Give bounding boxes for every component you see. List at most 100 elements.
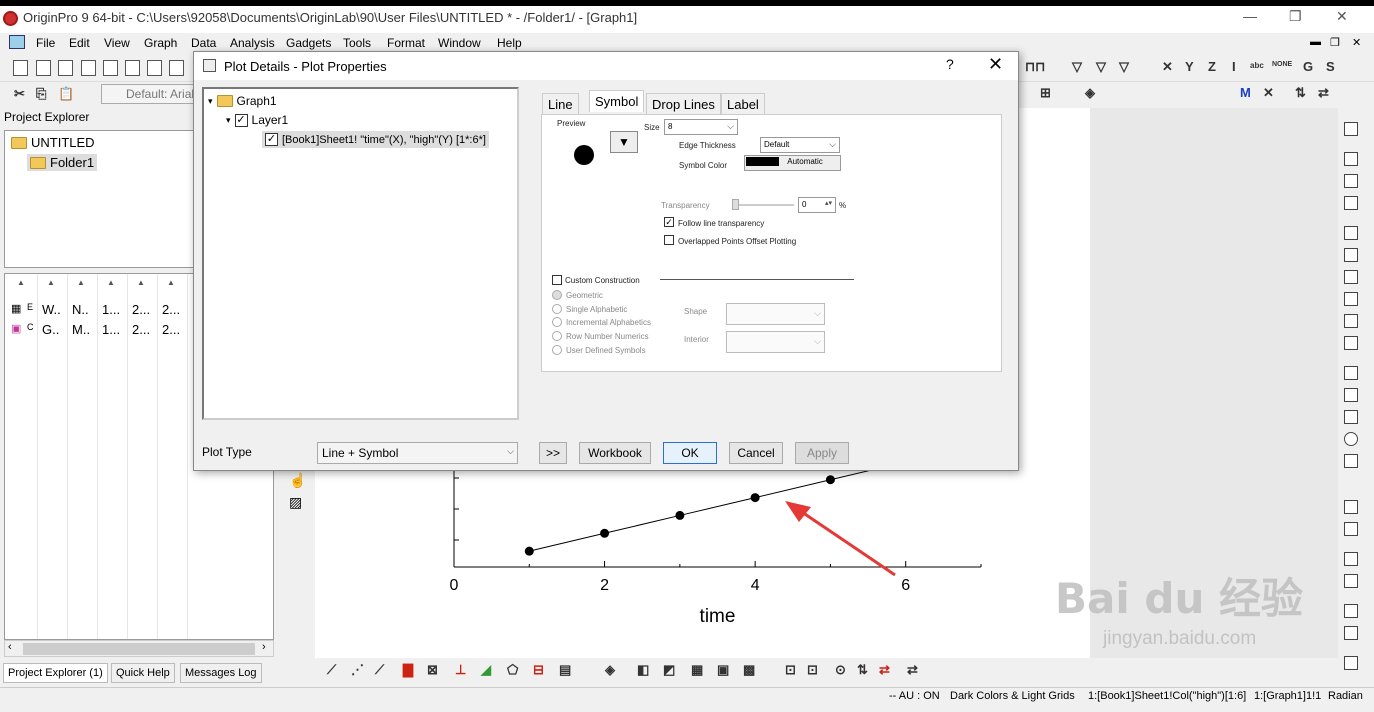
contour-icon[interactable]: ▦ bbox=[691, 662, 703, 678]
expand-icon[interactable]: ▾ bbox=[208, 96, 213, 107]
set-error-icon[interactable]: I bbox=[1232, 59, 1236, 74]
tree-node-graph1[interactable]: ▾ Graph1 bbox=[208, 94, 277, 108]
tab-quick-help[interactable]: Quick Help bbox=[111, 663, 175, 683]
font-combo[interactable]: Default: Arial bbox=[101, 84, 201, 104]
menu-gadgets[interactable]: Gadgets bbox=[286, 36, 331, 50]
copy-icon[interactable]: ⎘ bbox=[36, 86, 46, 102]
workbook-button[interactable]: Workbook bbox=[579, 442, 651, 464]
heatmap-icon[interactable]: ▩ bbox=[743, 662, 755, 678]
custom-construction-checkbox[interactable] bbox=[552, 275, 562, 285]
transparency-slider[interactable] bbox=[734, 204, 794, 206]
paste-icon[interactable]: 📋 bbox=[58, 86, 74, 102]
expand-button[interactable]: >> bbox=[539, 442, 567, 464]
axis-b-icon[interactable] bbox=[1344, 248, 1358, 262]
arrange-icon[interactable]: ⇅ bbox=[1295, 85, 1306, 101]
swap-icon[interactable]: ⇄ bbox=[1318, 85, 1329, 101]
mdi-close-icon[interactable]: ✕ bbox=[1352, 36, 1361, 49]
new-excel-icon[interactable] bbox=[81, 60, 96, 76]
tree-node-folder1[interactable]: Folder1 bbox=[27, 154, 98, 171]
layer-grid2-icon[interactable] bbox=[1344, 196, 1358, 210]
mdi-window-icon[interactable] bbox=[9, 35, 25, 49]
column-plot-icon[interactable]: ⊓⊓ bbox=[1025, 59, 1045, 75]
overlapped-checkbox[interactable] bbox=[664, 235, 674, 245]
distribute2-icon[interactable] bbox=[1344, 626, 1358, 640]
filter-menu-icon[interactable]: ▽ bbox=[1119, 59, 1129, 75]
radio-row-number-numerics[interactable] bbox=[552, 331, 562, 341]
symbol-gallery-button[interactable]: ▼ bbox=[610, 131, 638, 153]
speed-mode-icon[interactable]: ⊙ bbox=[835, 662, 846, 678]
3d-bar-icon[interactable]: ◧ bbox=[637, 662, 649, 678]
rescale-icon[interactable]: ⇅ bbox=[857, 662, 868, 678]
sort-icon[interactable]: ▲ bbox=[77, 278, 85, 287]
help-button[interactable]: ? bbox=[946, 56, 954, 72]
list-cell[interactable]: 2... bbox=[162, 322, 180, 337]
dialog-close-button[interactable]: ✕ bbox=[988, 54, 1003, 75]
image-plot-icon[interactable]: ▣ bbox=[717, 662, 729, 678]
3d-surface-icon[interactable]: ◈ bbox=[605, 662, 615, 678]
spin-icon[interactable]: ▴▾ bbox=[825, 199, 832, 207]
region-tool-icon[interactable]: ▨ bbox=[289, 494, 302, 511]
set-z-icon[interactable]: Z bbox=[1208, 59, 1216, 74]
axis-r-icon[interactable] bbox=[1344, 270, 1358, 284]
axis-t-icon[interactable] bbox=[1344, 314, 1358, 328]
menu-analysis[interactable]: Analysis bbox=[230, 36, 275, 50]
plot-type-combo[interactable]: Line + Symbol ⌵ bbox=[317, 442, 518, 464]
tab-symbol[interactable]: Symbol bbox=[589, 90, 645, 112]
box-chart-icon[interactable]: ⊟ bbox=[533, 662, 544, 678]
menu-window[interactable]: Window bbox=[438, 36, 481, 50]
plot-checkbox[interactable]: ✓ bbox=[265, 133, 278, 146]
layer-icon[interactable]: ⊞ bbox=[1040, 85, 1051, 101]
slider-thumb[interactable] bbox=[732, 199, 739, 210]
edge-thickness-combo[interactable]: Default ⌵ bbox=[760, 137, 840, 153]
minimize-icon[interactable]: — bbox=[1243, 8, 1257, 24]
tab-drop-lines[interactable]: Drop Lines bbox=[646, 93, 721, 115]
error-bar-icon[interactable]: ⊥ bbox=[455, 662, 466, 678]
pointer-tool-icon[interactable]: ☝ bbox=[289, 472, 306, 489]
align-right-icon[interactable] bbox=[1344, 522, 1358, 536]
menu-file[interactable]: File bbox=[36, 36, 55, 50]
line-plot-icon[interactable]: ⟋ bbox=[327, 662, 336, 678]
sort-icon[interactable]: ▲ bbox=[47, 278, 55, 287]
mdi-minimize-icon[interactable]: ▬ bbox=[1310, 36, 1321, 48]
layer-single-icon[interactable] bbox=[1344, 152, 1358, 166]
menu-edit[interactable]: Edit bbox=[69, 36, 90, 50]
radio-incremental-alphabetics[interactable] bbox=[552, 317, 562, 327]
filter-icon[interactable]: ▽ bbox=[1072, 59, 1082, 75]
list-icon[interactable] bbox=[1344, 366, 1358, 380]
axis-box-icon[interactable] bbox=[1344, 292, 1358, 306]
list-cell[interactable]: N.. bbox=[72, 302, 89, 317]
list-cell[interactable]: 2... bbox=[132, 302, 150, 317]
new-function-icon[interactable] bbox=[147, 60, 162, 76]
data-reader-icon[interactable]: ⇄ bbox=[879, 662, 890, 678]
scatter-plot-icon[interactable]: ⋰ bbox=[351, 662, 364, 678]
set-group-icon[interactable]: G bbox=[1303, 59, 1313, 74]
new-matrix-icon[interactable] bbox=[125, 60, 140, 76]
ok-button[interactable]: OK bbox=[663, 442, 717, 464]
area-plot-icon[interactable]: ◢ bbox=[481, 662, 491, 678]
tab-line[interactable]: Line bbox=[542, 93, 579, 115]
tab-label[interactable]: Label bbox=[721, 93, 765, 115]
scroll-right-icon[interactable]: › bbox=[262, 641, 266, 653]
symbol-color-button[interactable]: Automatic bbox=[744, 155, 841, 171]
expand-icon[interactable]: ▾ bbox=[226, 115, 231, 126]
follow-line-checkbox[interactable]: ✓ bbox=[664, 217, 674, 227]
new-project-icon[interactable] bbox=[13, 60, 28, 76]
zoom-icon[interactable] bbox=[1344, 122, 1358, 136]
template-icon[interactable]: ▤ bbox=[559, 662, 571, 678]
list-cell[interactable]: 2... bbox=[162, 302, 180, 317]
clock-icon[interactable] bbox=[1344, 432, 1358, 446]
interior-combo[interactable]: ⌵ bbox=[726, 331, 825, 353]
transparency-spin[interactable]: 0 ▴▾ bbox=[798, 197, 836, 213]
cut-icon[interactable]: ✂ bbox=[14, 86, 25, 102]
align-bottom-icon[interactable] bbox=[1344, 574, 1358, 588]
menu-graph[interactable]: Graph bbox=[144, 36, 177, 50]
new-folder-icon[interactable] bbox=[36, 60, 51, 76]
set-x-icon[interactable]: ✕ bbox=[1162, 59, 1173, 75]
list-cell[interactable]: G.. bbox=[42, 322, 59, 337]
set-y-icon[interactable]: Y bbox=[1185, 59, 1194, 74]
menu-view[interactable]: View bbox=[104, 36, 130, 50]
radio-geometric[interactable] bbox=[552, 290, 562, 300]
tab-project-explorer[interactable]: Project Explorer (1) bbox=[3, 663, 108, 683]
vector-plot-icon[interactable]: ⊠ bbox=[427, 662, 438, 678]
list-cell[interactable]: 2... bbox=[132, 322, 150, 337]
